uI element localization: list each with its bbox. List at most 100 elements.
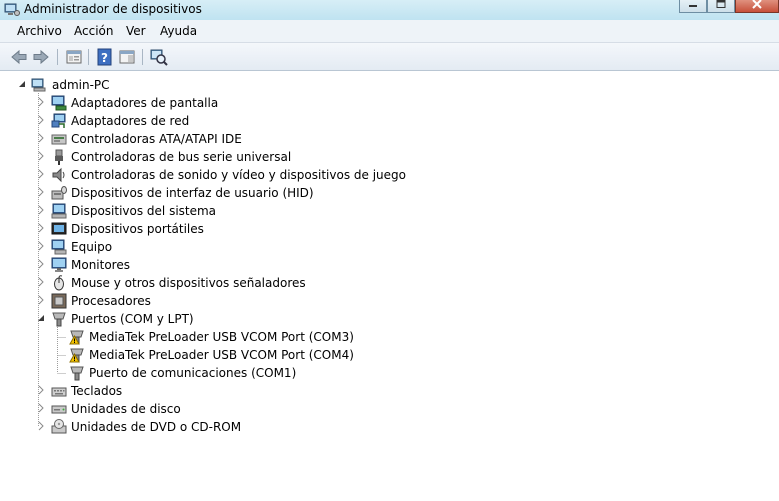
tree-item-label: Procesadores (71, 294, 151, 308)
expand-triangle-icon[interactable] (36, 187, 46, 197)
tree-item-label: Puertos (COM y LPT) (71, 312, 194, 326)
tree-item-label: Equipo (71, 240, 113, 254)
tree-item-label: Adaptadores de pantalla (71, 96, 219, 110)
toolbar-separator (57, 49, 58, 65)
tree-item-label: Controladoras de bus serie universal (71, 150, 292, 164)
tree-item-com1[interactable]: Puerto de comunicaciones (COM1) (0, 364, 420, 382)
tree-item-ports[interactable]: Puertos (COM y LPT) (0, 310, 400, 328)
tree-item-label: Monitores (71, 258, 130, 272)
tree-item-com4[interactable]: MediaTek PreLoader USB VCOM Port (COM4) (0, 346, 420, 364)
expand-triangle-icon[interactable] (36, 277, 46, 287)
toolbar-separator (142, 49, 143, 65)
show-hide-pane-icon[interactable] (118, 48, 136, 66)
tree-item-network-adapters[interactable]: Adaptadores de red (0, 112, 400, 130)
properties-console-icon[interactable] (65, 48, 83, 66)
keyboard-icon (51, 387, 67, 397)
expand-triangle-icon[interactable] (36, 421, 46, 431)
tree-item-keyboards[interactable]: Teclados (0, 382, 400, 400)
minimize-button[interactable] (679, 0, 707, 13)
close-icon (752, 0, 762, 9)
window-title: Administrador de dispositivos (24, 2, 202, 16)
menu-ayuda[interactable]: Ayuda (160, 24, 197, 38)
expand-triangle-icon[interactable] (36, 115, 46, 125)
tree-item-label: MediaTek PreLoader USB VCOM Port (COM3) (89, 330, 354, 344)
network-adapter-icon (51, 113, 66, 128)
tree-item-monitors[interactable]: Monitores (0, 256, 400, 274)
maximize-icon (716, 0, 726, 8)
computer-icon (31, 78, 46, 92)
expand-triangle-icon[interactable] (36, 133, 46, 143)
computer-name-label: admin-PC (52, 78, 110, 92)
tree-item-hid[interactable]: Dispositivos de interfaz de usuario (HID… (0, 184, 400, 202)
disk-drive-icon (51, 405, 67, 414)
tree-root-node[interactable]: admin-PC (0, 76, 200, 94)
collapse-triangle-icon[interactable] (36, 313, 46, 323)
expand-triangle-icon[interactable] (36, 295, 46, 305)
forward-arrow-icon[interactable] (32, 48, 50, 66)
monitor-icon (51, 257, 67, 272)
tree-item-label: Unidades de DVD o CD-ROM (71, 420, 242, 434)
expand-triangle-icon[interactable] (36, 403, 46, 413)
mouse-icon (54, 275, 64, 291)
expand-triangle-icon[interactable] (36, 169, 46, 179)
speaker-icon (52, 167, 65, 183)
help-icon[interactable]: ? (96, 48, 114, 66)
tree-item-portable-devices[interactable]: Dispositivos portátiles (0, 220, 400, 238)
device-manager-icon (4, 3, 20, 16)
menu-ver[interactable]: Ver (126, 24, 146, 38)
tree-item-label: Dispositivos del sistema (71, 204, 217, 218)
toolbar: ? (0, 43, 779, 71)
portable-device-icon (51, 222, 67, 235)
port-warning-icon (69, 348, 84, 363)
tree-item-sound-video[interactable]: Controladoras de sonido y vídeo y dispos… (0, 166, 420, 184)
minimize-icon (689, 5, 697, 7)
tree-item-ide-controllers[interactable]: Controladoras ATA/ATAPI IDE (0, 130, 400, 148)
tree-item-computer[interactable]: Equipo (0, 238, 400, 256)
port-warning-icon (69, 330, 84, 345)
usb-plug-icon (55, 149, 63, 165)
tree-item-mice[interactable]: Mouse y otros dispositivos señaladores (0, 274, 400, 292)
title-bar: Administrador de dispositivos (0, 0, 779, 20)
back-arrow-icon[interactable] (10, 48, 28, 66)
computer-icon (51, 239, 67, 255)
system-device-icon (51, 203, 67, 219)
tree-item-usb-controllers[interactable]: Controladoras de bus serie universal (0, 148, 400, 166)
processor-icon (51, 293, 67, 309)
expand-triangle-icon[interactable] (36, 151, 46, 161)
collapse-triangle-icon[interactable] (17, 79, 27, 89)
expand-triangle-icon[interactable] (36, 385, 46, 395)
menu-bar: Archivo Acción Ver Ayuda (0, 20, 779, 43)
tree-item-dvd-drives[interactable]: Unidades de DVD o CD-ROM (0, 418, 400, 436)
tree-item-label: MediaTek PreLoader USB VCOM Port (COM4) (89, 348, 354, 362)
display-adapter-icon (51, 95, 67, 111)
menu-archivo[interactable]: Archivo (17, 24, 62, 38)
close-button[interactable] (735, 0, 779, 13)
tree-item-processors[interactable]: Procesadores (0, 292, 400, 310)
tree-item-disk-drives[interactable]: Unidades de disco (0, 400, 400, 418)
tree-item-com3[interactable]: MediaTek PreLoader USB VCOM Port (COM3) (0, 328, 420, 346)
expand-triangle-icon[interactable] (36, 241, 46, 251)
svg-text:?: ? (101, 51, 108, 65)
ide-controller-icon (51, 134, 67, 145)
toolbar-separator (88, 49, 89, 65)
tree-item-display-adapters[interactable]: Adaptadores de pantalla (0, 94, 400, 112)
tree-item-label: Dispositivos de interfaz de usuario (HID… (71, 186, 314, 200)
tree-item-system-devices[interactable]: Dispositivos del sistema (0, 202, 400, 220)
tree-item-label: Teclados (71, 384, 123, 398)
tree-item-label: Puerto de comunicaciones (COM1) (89, 366, 297, 380)
maximize-button[interactable] (707, 0, 735, 13)
tree-item-label: Adaptadores de red (71, 114, 190, 128)
menu-accion[interactable]: Acción (74, 24, 113, 38)
dvd-drive-icon (51, 419, 67, 434)
expand-triangle-icon[interactable] (36, 205, 46, 215)
port-connector-icon (52, 312, 66, 327)
scan-hardware-icon[interactable] (150, 48, 168, 66)
tree-item-label: Dispositivos portátiles (71, 222, 204, 236)
device-tree: admin-PC Adaptadores de pantalla Adaptad… (0, 71, 779, 501)
expand-triangle-icon[interactable] (36, 223, 46, 233)
expand-triangle-icon[interactable] (36, 97, 46, 107)
expand-triangle-icon[interactable] (36, 259, 46, 269)
tree-item-label: Controladoras ATA/ATAPI IDE (71, 132, 242, 146)
tree-item-label: Unidades de disco (71, 402, 181, 416)
tree-item-label: Controladoras de sonido y vídeo y dispos… (71, 168, 406, 182)
